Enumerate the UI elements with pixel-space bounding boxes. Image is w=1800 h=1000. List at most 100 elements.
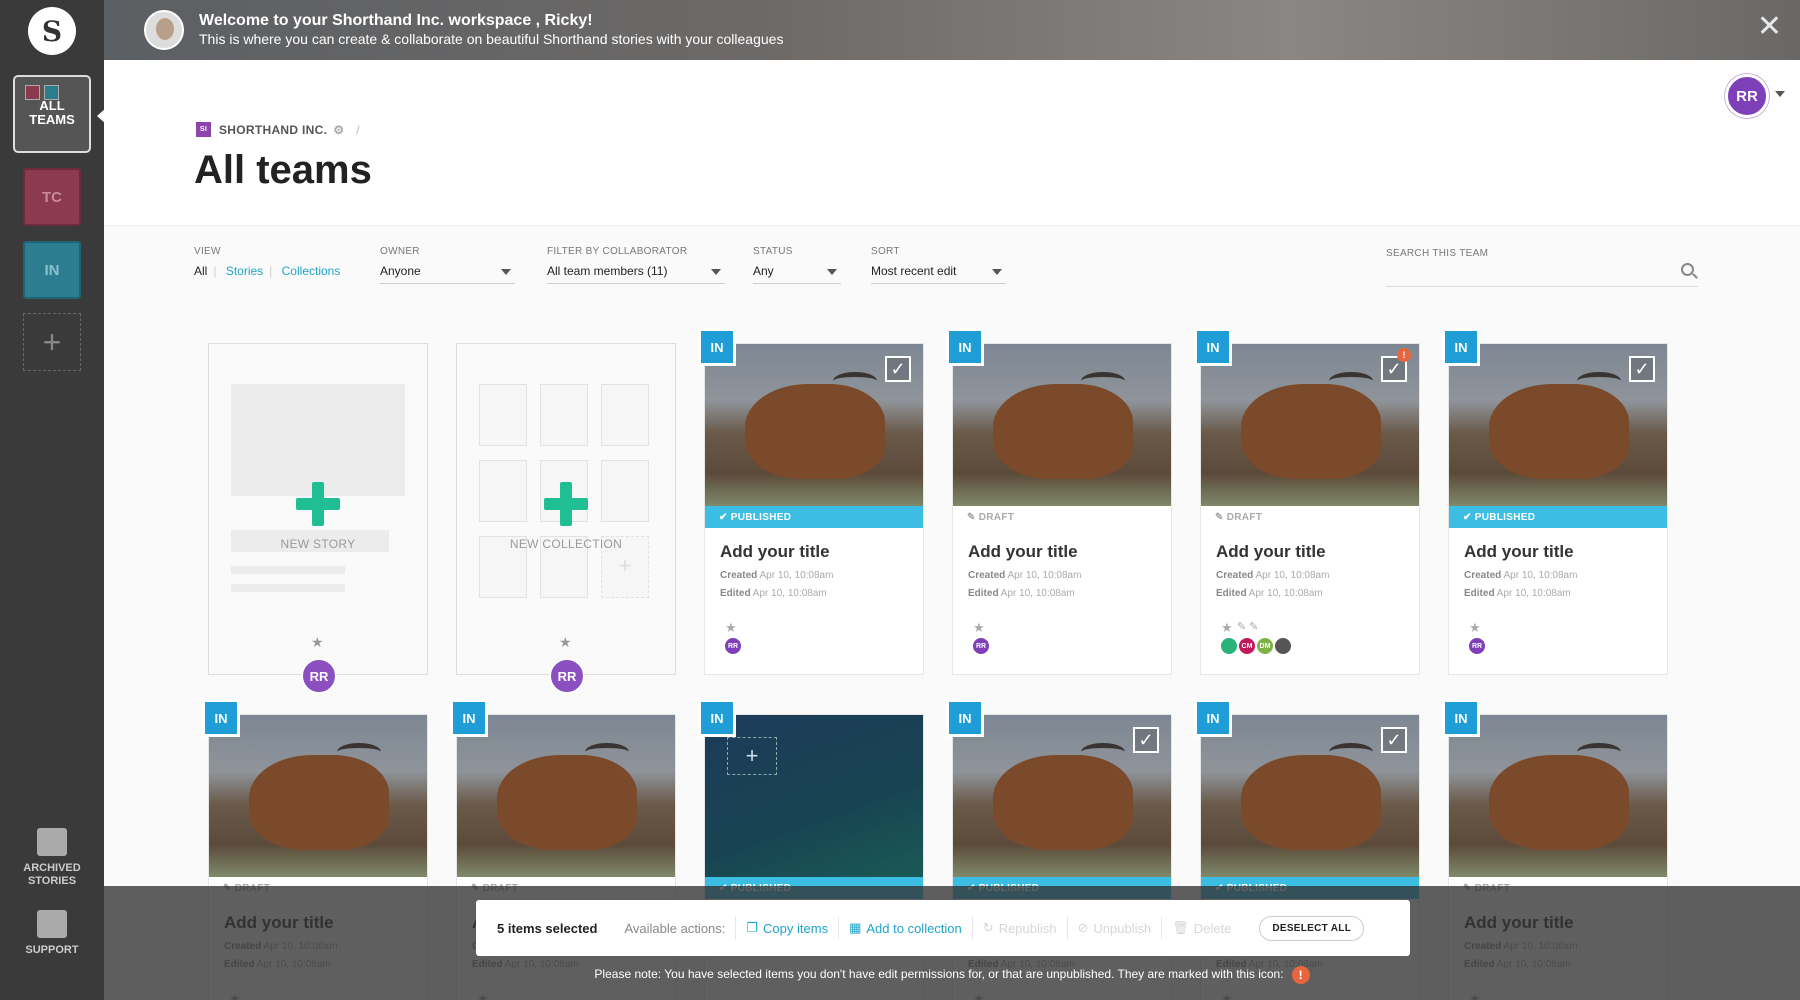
- add-team-button[interactable]: +: [23, 313, 81, 371]
- placeholder-tile: [479, 460, 527, 522]
- owner-select[interactable]: Anyone: [380, 260, 515, 284]
- horn-shape: [833, 372, 877, 390]
- select-checkbox[interactable]: ✓: [1629, 356, 1655, 382]
- search-input[interactable]: [1386, 286, 1698, 287]
- yak-image: [1489, 384, 1629, 479]
- story-title[interactable]: Add your title: [720, 542, 830, 562]
- team-tag[interactable]: IN: [202, 699, 240, 737]
- search-icon[interactable]: [1681, 263, 1694, 276]
- story-thumbnail[interactable]: [1449, 715, 1667, 877]
- star-icon[interactable]: ★: [973, 620, 985, 636]
- view-collections-link[interactable]: Collections: [282, 264, 341, 278]
- search-label: SEARCH THIS TEAM: [1386, 248, 1489, 259]
- breadcrumb-org[interactable]: SHORTHAND INC.: [219, 123, 327, 137]
- republish-button[interactable]: ↻ Republish: [971, 917, 1067, 939]
- select-checkbox[interactable]: ✓: [885, 356, 911, 382]
- app: S ALL TEAMS TC IN + ARCHIVED STORIES SUP…: [0, 0, 1800, 1000]
- team-tag[interactable]: IN: [946, 328, 984, 366]
- add-image-icon[interactable]: +: [727, 737, 777, 775]
- team-tag[interactable]: IN: [698, 328, 736, 366]
- team-tag[interactable]: IN: [698, 699, 736, 737]
- status-select[interactable]: Any: [753, 260, 841, 284]
- sort-select[interactable]: Most recent edit: [871, 260, 1006, 284]
- story-thumbnail[interactable]: [457, 715, 675, 877]
- status-badge: ✎ DRAFT: [953, 506, 1171, 528]
- edited-date: Edited Apr 10, 10:08am: [1216, 588, 1323, 599]
- star-icon[interactable]: ★: [1221, 620, 1233, 636]
- page-header: SI SHORTHAND INC. ⚙ / All teams: [104, 60, 1800, 226]
- new-collection-card[interactable]: + NEW COLLECTION ★ RR: [456, 343, 676, 694]
- shorthand-logo[interactable]: S: [28, 7, 76, 55]
- support-link[interactable]: SUPPORT: [0, 910, 104, 957]
- team-button-in[interactable]: IN: [23, 241, 81, 299]
- new-story-card[interactable]: NEW STORY ★ RR: [208, 343, 428, 694]
- collaborator-avatar: [1273, 636, 1293, 656]
- story-card[interactable]: IN ✓ ✔ PUBLISHED Add your title Created Apr …: [1442, 328, 1668, 675]
- select-checkbox[interactable]: ✓: [1133, 727, 1159, 753]
- story-thumbnail[interactable]: [209, 715, 427, 877]
- placeholder-tile: [601, 384, 649, 446]
- archived-stories-label: ARCHIVED STORIES: [23, 862, 81, 887]
- story-title[interactable]: Add your title: [968, 542, 1078, 562]
- plus-icon: [296, 482, 340, 526]
- star-icon[interactable]: ★: [559, 634, 572, 651]
- edited-value: Apr 10, 10:08am: [1496, 588, 1571, 599]
- chevron-down-icon[interactable]: [1775, 91, 1785, 97]
- story-thumbnail[interactable]: +: [705, 715, 923, 877]
- edited-label: Edited: [1464, 588, 1495, 599]
- edited-value: Apr 10, 10:08am: [1000, 588, 1075, 599]
- chevron-down-icon: [501, 269, 511, 275]
- user-photo-avatar: [144, 10, 184, 50]
- chevron-down-icon: [992, 269, 1002, 275]
- deselect-all-button[interactable]: DESELECT ALL: [1259, 915, 1365, 941]
- add-to-collection-button[interactable]: ▦ Add to collection: [838, 917, 972, 939]
- horn-shape: [337, 743, 381, 761]
- user-avatar[interactable]: RR: [1725, 74, 1769, 118]
- placeholder-tile: [479, 384, 527, 446]
- star-icon[interactable]: ★: [311, 634, 324, 651]
- team-tag[interactable]: IN: [1442, 328, 1480, 366]
- story-title[interactable]: Add your title: [1216, 542, 1326, 562]
- team-tag[interactable]: IN: [1194, 328, 1232, 366]
- story-title[interactable]: Add your title: [1464, 542, 1574, 562]
- copy-items-button[interactable]: ❐ Copy items: [735, 917, 838, 939]
- archived-stories-link[interactable]: ARCHIVED STORIES: [0, 828, 104, 888]
- team-tag[interactable]: IN: [1442, 699, 1480, 737]
- story-card[interactable]: IN ✓! ✎ DRAFT Add your title Created Apr 10,…: [1194, 328, 1420, 675]
- story-card[interactable]: IN ✓ ✔ PUBLISHED Add your title Created Apr …: [698, 328, 924, 675]
- unpublish-button[interactable]: ⊘ Unpublish: [1066, 917, 1162, 939]
- support-ambulance-icon: [37, 910, 67, 938]
- story-card[interactable]: IN ✎ DRAFT Add your title Created Apr 10, 1…: [946, 328, 1172, 675]
- yak-image: [249, 755, 389, 850]
- grid-icon: ▦: [849, 920, 862, 935]
- collaborator-select[interactable]: All team members (11): [547, 260, 725, 284]
- edited-value: Apr 10, 10:08am: [1248, 588, 1323, 599]
- team-tag[interactable]: IN: [1194, 699, 1232, 737]
- view-all-link[interactable]: All: [194, 264, 207, 278]
- team-tag[interactable]: IN: [450, 699, 488, 737]
- yak-image: [993, 384, 1133, 479]
- permission-note-text: Please note: You have selected items you…: [594, 967, 1284, 982]
- warning-icon: !: [1397, 348, 1411, 362]
- placeholder-tile: [601, 460, 649, 522]
- delete-button[interactable]: 🗑 Delete: [1161, 917, 1241, 939]
- edited-date: Edited Apr 10, 10:08am: [968, 588, 1075, 599]
- close-icon[interactable]: ✕: [1757, 12, 1782, 42]
- team-button-tc[interactable]: TC: [23, 168, 81, 226]
- team-tag[interactable]: IN: [946, 699, 984, 737]
- collaborator-avatar: DM: [1255, 636, 1275, 656]
- edited-label: Edited: [968, 588, 999, 599]
- view-stories-link[interactable]: Stories: [226, 264, 263, 278]
- all-teams-button[interactable]: ALL TEAMS: [13, 75, 91, 153]
- status-text: DRAFT: [1226, 512, 1263, 523]
- star-icon[interactable]: ★: [725, 620, 737, 636]
- select-checkbox[interactable]: ✓: [1381, 727, 1407, 753]
- add-to-collection-label: Add to collection: [866, 920, 962, 936]
- star-icon[interactable]: ★: [1469, 620, 1481, 636]
- story-thumbnail[interactable]: [953, 344, 1171, 506]
- yak-image: [745, 384, 885, 479]
- copy-items-label: Copy items: [763, 920, 829, 936]
- collaborator-avatar: [1219, 636, 1239, 656]
- collaborator-label: FILTER BY COLLABORATOR: [547, 246, 688, 257]
- gear-icon[interactable]: ⚙: [333, 123, 344, 137]
